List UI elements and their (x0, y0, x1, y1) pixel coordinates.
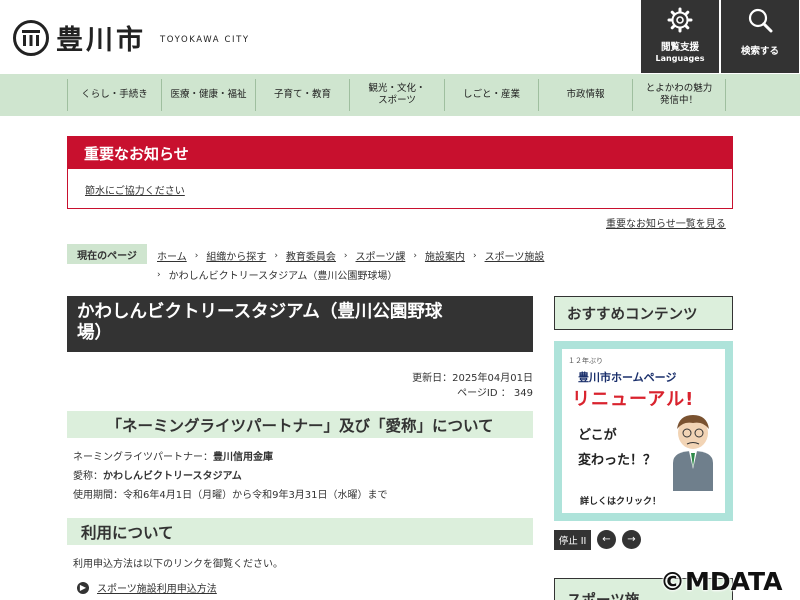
chevron-right-icon: › (343, 250, 348, 261)
notice-title: 重要なお知らせ (68, 137, 732, 169)
breadcrumb-sports-facilities[interactable]: スポーツ施設 (485, 248, 545, 263)
breadcrumb: ホーム › 組織から探す › 教育委員会 › スポーツ課 › 施設案内 › スポ… (157, 248, 545, 264)
nav-item-living[interactable]: くらし・手続き (67, 79, 161, 111)
breadcrumb-sports-division[interactable]: スポーツ課 (356, 248, 406, 263)
naming-partner: ネーミングライツパートナー：豊川信用金庫 (73, 452, 273, 463)
gear-icon (667, 7, 693, 33)
nav-item-tourism[interactable]: 観光・文化・ スポーツ (349, 79, 444, 111)
character-illustration-icon (673, 415, 713, 491)
search-button[interactable]: 検索する (721, 0, 799, 73)
nav-item-attractions[interactable]: とよかわの魅力 発信中！ (632, 79, 726, 111)
breadcrumb-label: 現在のページ (67, 244, 147, 264)
banner-line1: 豊川市ホームページ (578, 371, 677, 384)
breadcrumb-current: かわしんビクトリースタジアム（豊川公園野球場） (168, 271, 398, 282)
usage-text: 利用申込方法は以下のリンクを御覧ください。 (73, 559, 283, 570)
nav-item-city-info[interactable]: 市政情報 (538, 79, 632, 111)
chevron-right-icon: › (472, 250, 477, 261)
lang-button-label: 閲覧支援 (660, 42, 699, 53)
section-heading-usage: 利用について (67, 518, 533, 545)
renewal-banner[interactable]: １２年ぶり 豊川市ホームページ リニューアル! どこが 変わった！？ 詳しくはク… (554, 341, 733, 521)
site-logo[interactable]: 豊川市 TOYOKAWA CITY (13, 18, 250, 57)
search-icon (748, 8, 773, 33)
nav-item-work[interactable]: しごと・産業 (444, 79, 538, 111)
arrow-right-icon: ▶ (77, 581, 89, 594)
banner-line3: どこが (578, 428, 617, 443)
breadcrumb-facilities[interactable]: 施設案内 (425, 248, 465, 263)
recommended-heading: おすすめコンテンツ (554, 296, 733, 330)
chevron-right-icon: › (274, 250, 278, 261)
section-heading-naming-rights: 「ネーミングライツパートナー」及び「愛称」について (67, 411, 533, 438)
chevron-right-icon: › (157, 269, 161, 280)
notice-list-link[interactable]: 重要なお知らせ一覧を見る (606, 215, 726, 230)
global-nav: くらし・手続き 医療・健康・福祉 子育て・教育 観光・文化・ スポーツ しごと・産… (0, 74, 800, 116)
breadcrumb-organization[interactable]: 組織から探す (206, 248, 266, 263)
watermark: ©MDATA (660, 567, 783, 596)
site-header: 豊川市 TOYOKAWA CITY 閲覧支援 Languages 検索する (0, 0, 800, 74)
logo-subtitle: TOYOKAWA CITY (160, 34, 250, 45)
nav-item-childcare[interactable]: 子育て・教育 (255, 79, 349, 111)
page-title: かわしんビクトリースタジアム（豊川公園野球 場） (67, 296, 533, 352)
search-button-label: 検索する (740, 46, 779, 57)
page-id: ページID ： 349 (457, 388, 533, 399)
banner-line2: リニューアル! (572, 389, 695, 410)
nickname: 愛称：かわしんビクトリースタジアム (73, 471, 242, 482)
usage-period: 使用期間：令和6年4月1日（月曜）から令和9年3月31日（水曜）まで (73, 490, 388, 501)
important-notice-box: 重要なお知らせ 節水にご協力ください (67, 136, 733, 209)
slideshow-prev-button[interactable]: ← (597, 530, 616, 549)
nav-item-health[interactable]: 医療・健康・福祉 (161, 79, 255, 111)
city-emblem-icon (13, 19, 49, 56)
chevron-right-icon: › (194, 250, 199, 261)
breadcrumb-current-row: › かわしんビクトリースタジアム（豊川公園野球場） (157, 267, 398, 283)
accessibility-languages-button[interactable]: 閲覧支援 Languages (641, 0, 719, 73)
usage-link-row: ▶ スポーツ施設利用申込方法 (77, 580, 217, 595)
lang-button-sublabel: Languages (655, 54, 705, 63)
breadcrumb-education-board[interactable]: 教育委員会 (286, 248, 336, 263)
facility-application-link[interactable]: スポーツ施設利用申込方法 (97, 580, 217, 595)
slideshow-stop-button[interactable]: 停止 II (554, 530, 591, 550)
banner-line5: 詳しくはクリック！ (580, 497, 662, 507)
banner-line4: 変わった！？ (578, 453, 657, 468)
updated-date: 更新日：2025年04月01日 (412, 373, 533, 384)
logo-text: 豊川市 (56, 25, 146, 56)
slideshow-next-button[interactable]: → (622, 530, 641, 549)
banner-badge: １２年ぶり (568, 357, 603, 365)
breadcrumb-home[interactable]: ホーム (157, 248, 187, 263)
chevron-right-icon: › (413, 250, 417, 261)
notice-link-water-saving[interactable]: 節水にご協力ください (85, 182, 185, 197)
